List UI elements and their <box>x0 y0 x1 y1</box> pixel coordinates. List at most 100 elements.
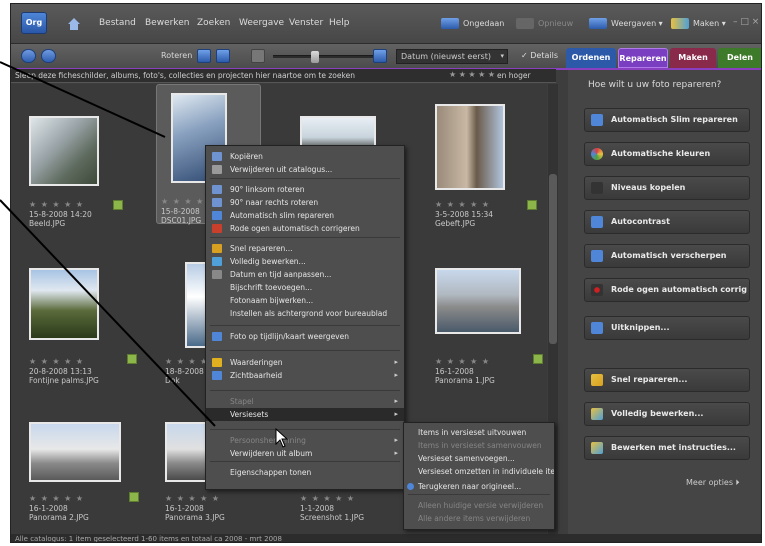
quick-fix-icon <box>591 374 603 386</box>
menu-item-label: Datum en tijd aanpassen... <box>230 270 332 279</box>
menu-item-label: Zichtbaarheid <box>230 371 283 380</box>
button-label: Automatisch Slim repareren <box>611 115 738 124</box>
submenu-item-label: Items in versieset samenvouwen <box>418 441 542 450</box>
tab-ordenen[interactable]: Ordenen <box>566 48 616 68</box>
menu-item-label: Volledig bewerken... <box>230 257 306 266</box>
auto-contrast-button[interactable]: Autocontrast <box>584 210 750 234</box>
menu-separator <box>210 237 400 238</box>
window-controls[interactable]: – □ × <box>733 17 759 27</box>
redo-button[interactable]: Opnieuw <box>516 15 573 33</box>
auto-smart-fix-button[interactable]: Automatisch Slim repareren <box>584 108 750 132</box>
guided-edit-button[interactable]: Bewerken met instructies... <box>584 436 750 460</box>
photo-item[interactable]: ★ ★ ★ ★ ★ 20-8-2008 13:13 Fontijne palms… <box>25 232 137 385</box>
tab-maken[interactable]: Maken <box>670 48 716 68</box>
context-menu-item[interactable]: Volledig bewerken... <box>206 255 404 268</box>
context-menu-item[interactable]: Kopiëren <box>206 150 404 163</box>
rating-stars[interactable]: ★ ★ ★ ★ ★ <box>29 357 84 366</box>
home-icon[interactable] <box>67 17 81 31</box>
thumbnail-size-icon[interactable] <box>251 49 265 63</box>
photo-item[interactable]: ★ ★ ★ ★ ★ 16-1-2008 Panorama 1.JPG <box>431 232 543 385</box>
photo-filename: Panorama 3.JPG <box>165 513 225 522</box>
more-options-link[interactable]: Meer opties ⏵ <box>686 478 740 488</box>
red-eye-fix-button[interactable]: Rode ogen automatisch corrig <box>584 278 750 302</box>
fix-panel: Hoe wilt u uw foto repareren? Automatisc… <box>568 70 761 534</box>
photo-thumbnail[interactable] <box>29 116 99 186</box>
rotate-left-icon[interactable] <box>197 49 211 63</box>
context-menu-item[interactable]: Verwijderen uit catalogus... <box>206 163 404 176</box>
photo-item[interactable]: ★ ★ ★ ★ ★ 15-8-2008 14:20 Beeld.JPG <box>25 88 130 228</box>
tab-repareren[interactable]: Repareren <box>618 48 668 68</box>
menu-separator <box>210 325 400 326</box>
context-menu-item[interactable]: 90° naar rechts roteren <box>206 196 404 209</box>
photo-thumbnail[interactable] <box>29 422 121 482</box>
auto-color-button[interactable]: Automatische kleuren <box>584 142 750 166</box>
auto-sharpen-button[interactable]: Automatisch verscherpen <box>584 244 750 268</box>
rating-filter-stars[interactable]: ★ ★ ★ ★ ★ <box>449 70 495 79</box>
submenu-item[interactable]: Terugkeren naar origineel... <box>404 480 554 493</box>
photo-filename: Fontijne palms.JPG <box>29 376 99 385</box>
context-menu-item[interactable]: Verwijderen uit album ▸ <box>206 447 404 460</box>
context-menu-item[interactable]: Fotonaam bijwerken... <box>206 294 404 307</box>
rotate-right-icon[interactable] <box>216 49 230 63</box>
details-checkbox[interactable]: ✓ Details <box>521 51 558 60</box>
menu-venster[interactable]: Venster <box>289 18 323 28</box>
menu-bewerken[interactable]: Bewerken <box>145 18 189 28</box>
sort-order-select[interactable]: Datum (nieuwst eerst) ▾ <box>396 49 508 64</box>
rating-stars[interactable]: ★ ★ ★ ★ <box>165 357 208 366</box>
context-menu-item[interactable]: Bijschrift toevoegen... <box>206 281 404 294</box>
create-button[interactable]: Maken ▾ <box>671 15 726 33</box>
undo-button[interactable]: Ongedaan <box>441 15 504 33</box>
levels-icon <box>591 182 603 194</box>
menu-item-label: Foto op tijdlijn/kaart weergeven <box>230 332 349 341</box>
submenu-item[interactable]: Versieset omzetten in individuele items <box>404 465 554 478</box>
scrollbar-thumb[interactable] <box>549 174 557 344</box>
menu-separator <box>210 178 400 179</box>
context-menu-item[interactable]: Automatisch slim repareren <box>206 209 404 222</box>
menu-bestand[interactable]: Bestand <box>99 18 136 28</box>
views-button[interactable]: Weergaven ▾ <box>589 15 663 33</box>
menu-weergave[interactable]: Weergave <box>239 18 284 28</box>
context-menu-item[interactable]: Instellen als achtergrond voor bureaubla… <box>206 307 404 320</box>
rating-stars[interactable]: ★ ★ ★ ★ ★ <box>29 200 84 209</box>
radio-selected-icon <box>407 483 414 490</box>
menu-item-label: Waarderingen <box>230 358 283 367</box>
quick-fix-button[interactable]: Snel repareren... <box>584 368 750 392</box>
rating-stars[interactable]: ★ ★ ★ ★ ★ <box>165 494 220 503</box>
photo-thumbnail[interactable] <box>435 104 505 190</box>
slider-knob[interactable] <box>311 51 319 63</box>
rating-stars[interactable]: ★ ★ ★ ★ ★ <box>300 494 355 503</box>
thumbnail-size-slider[interactable] <box>273 51 373 63</box>
photo-item[interactable]: ★ ★ ★ ★ ★ 3-5-2008 15:34 Gebeft.JPG <box>431 88 537 228</box>
context-menu-item[interactable]: Foto op tijdlijn/kaart weergeven <box>206 330 404 343</box>
context-menu-item[interactable]: Versiesets ▸ <box>206 408 404 421</box>
context-menu-item[interactable]: Rode ogen automatisch corrigeren <box>206 222 404 235</box>
tab-delen[interactable]: Delen <box>718 48 761 68</box>
auto-levels-button[interactable]: Niveaus kopelen <box>584 176 750 200</box>
crop-button[interactable]: Uitknippen... <box>584 316 750 340</box>
rating-stars[interactable]: ★ ★ ★ ★ ★ <box>435 200 490 209</box>
photo-item[interactable]: ★ ★ ★ ★ ★ 16-1-2008 Panorama 2.JPG <box>25 394 139 534</box>
back-button[interactable] <box>21 49 36 63</box>
context-menu-item[interactable]: Zichtbaarheid ▸ <box>206 369 404 382</box>
menu-zoeken[interactable]: Zoeken <box>197 18 230 28</box>
red-eye-icon <box>591 284 603 296</box>
context-menu-item[interactable]: Waarderingen ▸ <box>206 356 404 369</box>
rating-stars[interactable]: ★ ★ ★ ★ ★ <box>29 494 84 503</box>
submenu-item[interactable]: Items in versieset uitvouwen <box>404 426 554 439</box>
context-menu-item[interactable]: Datum en tijd aanpassen... <box>206 268 404 281</box>
single-photo-icon[interactable] <box>373 49 387 63</box>
menu-help[interactable]: Help <box>329 18 350 28</box>
forward-button[interactable] <box>41 49 56 63</box>
undo-label: Ongedaan <box>463 19 505 28</box>
photo-thumbnail[interactable] <box>29 268 99 340</box>
full-edit-button[interactable]: Volledig bewerken... <box>584 402 750 426</box>
context-menu-item[interactable]: 90° linksom roteren <box>206 183 404 196</box>
menu-item-label: Stapel <box>230 397 254 406</box>
rating-filter-suffix[interactable]: en hoger <box>497 71 531 80</box>
menu-separator <box>210 390 400 391</box>
context-menu-item[interactable]: Snel repareren... <box>206 242 404 255</box>
rating-stars[interactable]: ★ ★ ★ ★ ★ <box>435 357 490 366</box>
photo-thumbnail[interactable] <box>435 268 521 334</box>
context-menu-item[interactable]: Eigenschappen tonen <box>206 466 404 479</box>
submenu-item[interactable]: Versieset samenvoegen... <box>404 452 554 465</box>
